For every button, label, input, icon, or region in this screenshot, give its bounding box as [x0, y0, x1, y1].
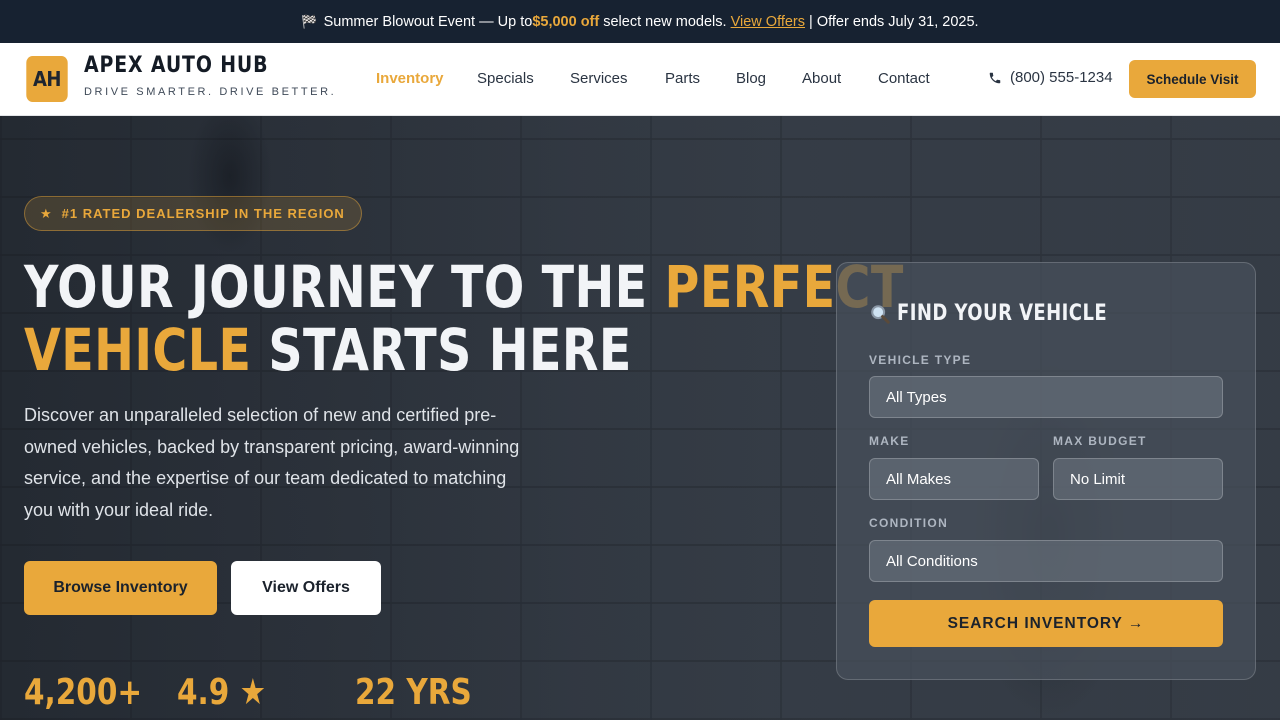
hero-section: ★ #1 RATED DEALERSHIP IN THE REGION YOUR…	[0, 116, 1280, 720]
logo-badge[interactable]: AH	[26, 56, 68, 102]
nav-specials[interactable]: Specials	[477, 70, 534, 87]
stat-rating: 4.9 ★	[177, 672, 267, 713]
stat-years: 22 YRS	[355, 672, 472, 713]
hero-description: Discover an unparalleled selection of ne…	[24, 405, 520, 520]
announcement-bar: 🏁 Summer Blowout Event — Up to $5,000 of…	[0, 0, 1280, 43]
vehicle-search-panel: FIND YOUR VEHICLE VEHICLE TYPE All Types…	[836, 262, 1256, 680]
brand-name[interactable]: APEX AUTO HUB	[84, 53, 268, 78]
announcement-discount: $5,000 off	[532, 13, 600, 30]
panel-title: FIND YOUR VEHICLE	[869, 301, 1153, 326]
announcement-suffix: | Offer ends July 31, 2025.	[805, 13, 979, 30]
site-header: AH APEX AUTO HUB DRIVE SMARTER. DRIVE BE…	[0, 43, 1280, 116]
browse-inventory-button[interactable]: Browse Inventory	[24, 561, 217, 615]
view-offers-button[interactable]: View Offers	[231, 561, 381, 615]
vehicle-type-label: VEHICLE TYPE	[869, 353, 972, 367]
star-icon: ★	[40, 205, 53, 221]
nav-contact[interactable]: Contact	[878, 70, 930, 87]
nav-blog[interactable]: Blog	[736, 70, 766, 87]
make-label: MAKE	[869, 434, 910, 448]
view-offers-link[interactable]: View Offers	[731, 14, 805, 30]
max-budget-label: MAX BUDGET	[1053, 434, 1147, 448]
announcement-middle: select new models.	[599, 13, 731, 30]
nav-services[interactable]: Services	[570, 70, 628, 87]
rated-badge: ★ #1 RATED DEALERSHIP IN THE REGION	[24, 196, 362, 231]
max-budget-select[interactable]: No Limit	[1053, 458, 1223, 500]
rated-badge-text: #1 RATED DEALERSHIP IN THE REGION	[61, 206, 345, 221]
panel-title-text: FIND YOUR VEHICLE	[897, 301, 1108, 326]
phone-link[interactable]: (800) 555-1234	[988, 69, 1113, 86]
magnifier-icon	[871, 304, 890, 324]
phone-number: (800) 555-1234	[1010, 69, 1113, 86]
vehicle-type-select[interactable]: All Types	[869, 376, 1223, 418]
stat-vehicles: 4,200+	[24, 672, 143, 713]
headline-gold-2: VEHICLE	[24, 316, 252, 384]
condition-select[interactable]: All Conditions	[869, 540, 1223, 582]
nav-about[interactable]: About	[802, 70, 841, 87]
headline-part-2: STARTS HERE	[251, 316, 632, 384]
announcement-prefix: Summer Blowout Event — Up to	[323, 13, 533, 30]
make-select[interactable]: All Makes	[869, 458, 1039, 500]
nav-parts[interactable]: Parts	[665, 70, 700, 87]
condition-label: CONDITION	[869, 516, 949, 530]
checkered-flag-icon: 🏁	[301, 13, 318, 29]
hero-headline: YOUR JOURNEY TO THE PERFECT VEHICLE STAR…	[24, 253, 903, 384]
brand-tagline: DRIVE SMARTER. DRIVE BETTER.	[84, 86, 337, 98]
headline-part-1: YOUR JOURNEY TO THE	[24, 253, 665, 321]
nav-inventory[interactable]: Inventory	[376, 70, 444, 87]
phone-icon	[989, 72, 1001, 83]
search-inventory-button[interactable]: SEARCH INVENTORY →	[869, 600, 1223, 647]
schedule-visit-button[interactable]: Schedule Visit	[1129, 60, 1256, 98]
